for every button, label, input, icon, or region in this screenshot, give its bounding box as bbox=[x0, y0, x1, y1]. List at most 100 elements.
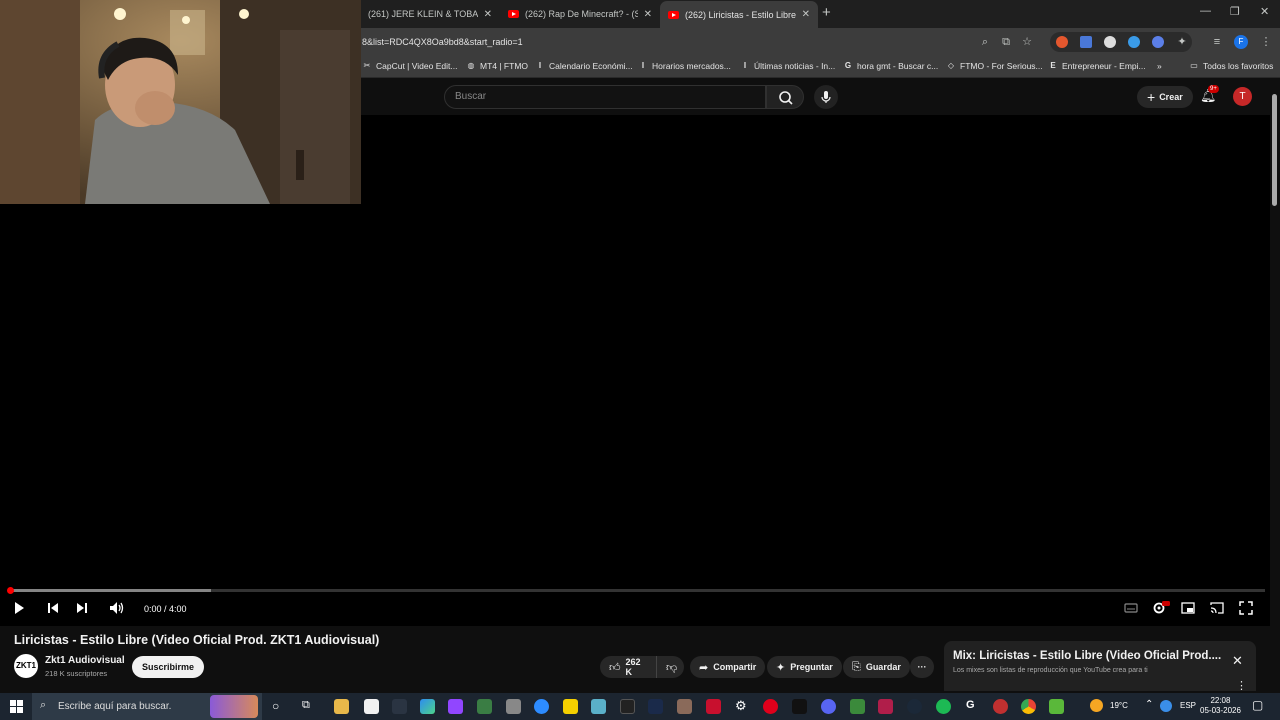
scrollbar-thumb[interactable] bbox=[1272, 94, 1277, 206]
all-bookmarks[interactable]: ▭ Todos los favoritos bbox=[1189, 61, 1273, 71]
bookmark-calendario[interactable]: I Calendario Económi... bbox=[535, 61, 633, 71]
network-icon[interactable] bbox=[1160, 700, 1172, 712]
app-icon[interactable] bbox=[506, 699, 521, 714]
previous-icon[interactable] bbox=[46, 601, 60, 615]
minimize-icon[interactable]: — bbox=[1200, 5, 1211, 17]
restore-icon[interactable]: ❐ bbox=[1230, 5, 1240, 18]
bookmark-horarios[interactable]: I Horarios mercados... bbox=[638, 61, 731, 71]
play-icon[interactable] bbox=[12, 601, 26, 615]
chevron-up-icon[interactable]: ⌃ bbox=[1145, 699, 1153, 710]
cortana-icon[interactable]: ○ bbox=[272, 699, 279, 713]
close-icon[interactable]: ✕ bbox=[802, 9, 810, 20]
bookmark-ftmo[interactable]: ◇ FTMO - For Serious... bbox=[946, 61, 1043, 71]
mix-playlist-panel[interactable]: Mix: Liricistas - Estilo Libre (Video Of… bbox=[944, 641, 1256, 692]
search-input[interactable]: Buscar bbox=[444, 85, 766, 109]
install-icon[interactable]: ⧉ bbox=[999, 35, 1013, 49]
twitch-icon[interactable] bbox=[448, 699, 463, 714]
steam-icon[interactable] bbox=[907, 699, 922, 714]
puzzle-icon[interactable]: ✦ bbox=[1175, 35, 1189, 49]
close-icon[interactable]: ✕ bbox=[484, 9, 492, 20]
settings-icon[interactable] bbox=[1152, 601, 1170, 615]
weather-icon[interactable] bbox=[1090, 699, 1103, 712]
tiktok-icon[interactable] bbox=[792, 699, 807, 714]
new-tab-icon[interactable]: + bbox=[822, 4, 831, 21]
share-button[interactable]: ➦ Compartir bbox=[690, 656, 766, 678]
extension-icon[interactable] bbox=[1152, 36, 1164, 48]
clock[interactable]: 22:08 05-03-2026 bbox=[1200, 696, 1241, 716]
more-bookmarks-icon[interactable]: » bbox=[1157, 61, 1162, 71]
language-indicator[interactable]: ESP bbox=[1180, 701, 1196, 710]
task-view-icon[interactable]: ⧉ bbox=[302, 699, 310, 712]
bookmark-entrepreneur[interactable]: E Entrepreneur - Empi... bbox=[1048, 61, 1145, 71]
tab-rap-minecraft[interactable]: (262) Rap De Minecraft? - (Sub ✕ bbox=[500, 3, 660, 25]
app-icon[interactable] bbox=[706, 699, 721, 714]
more-vertical-icon[interactable]: ⋮ bbox=[1236, 679, 1247, 692]
app-icon[interactable] bbox=[392, 699, 407, 714]
settings-gear-icon[interactable]: ⚙ bbox=[735, 698, 747, 714]
extension-icon[interactable] bbox=[1128, 36, 1140, 48]
minecraft-launcher-icon[interactable] bbox=[1049, 699, 1064, 714]
fullscreen-icon[interactable] bbox=[1239, 601, 1253, 615]
subscribe-button[interactable]: Suscribirme bbox=[132, 656, 205, 678]
app-icon[interactable] bbox=[878, 699, 893, 714]
search-button[interactable] bbox=[766, 85, 804, 109]
star-icon[interactable]: ☆ bbox=[1020, 35, 1034, 49]
channel-avatar[interactable]: ZKT1 bbox=[14, 654, 38, 678]
app-icon[interactable] bbox=[591, 699, 606, 714]
spotify-icon[interactable] bbox=[936, 699, 951, 714]
video-title: Liricistas - Estilo Libre (Video Oficial… bbox=[14, 633, 380, 647]
progress-bar[interactable] bbox=[7, 587, 1265, 594]
save-button[interactable]: ⎘ Guardar bbox=[843, 656, 910, 678]
opera-icon[interactable] bbox=[763, 699, 778, 714]
reading-list-icon[interactable]: ≡ bbox=[1210, 35, 1224, 49]
app-icon[interactable] bbox=[477, 699, 492, 714]
discord-icon[interactable] bbox=[821, 699, 836, 714]
bookmark-label: FTMO - For Serious... bbox=[960, 61, 1043, 71]
create-button[interactable]: + Crear bbox=[1137, 86, 1193, 108]
app-icon[interactable] bbox=[677, 699, 692, 714]
cast-icon[interactable] bbox=[1210, 601, 1224, 615]
tab-jere-klein[interactable]: (261) JERE KLEIN & TOBAL MJ & ✕ bbox=[360, 3, 500, 25]
ask-button[interactable]: ✦ Preguntar bbox=[767, 656, 842, 678]
copilot-icon[interactable] bbox=[420, 699, 435, 714]
capcut-app-icon[interactable] bbox=[620, 699, 635, 714]
zoom-icon[interactable]: ⌕ bbox=[978, 35, 992, 49]
windows-start-icon[interactable] bbox=[10, 700, 23, 713]
notepad-icon[interactable] bbox=[364, 699, 379, 714]
taskbar-search-input[interactable]: ⌕ Escribe aquí para buscar. bbox=[32, 693, 262, 720]
extension-icon[interactable] bbox=[1056, 36, 1068, 48]
like-button[interactable]: 👍︎ 262 K bbox=[600, 656, 656, 678]
sticky-notes-icon[interactable] bbox=[563, 699, 578, 714]
translate-icon[interactable] bbox=[1080, 36, 1092, 48]
minecraft-icon[interactable] bbox=[850, 699, 865, 714]
bookmark-hora-gmt[interactable]: Ghora gmt - Buscar c... bbox=[843, 61, 938, 71]
dislike-button[interactable]: 👎︎ bbox=[656, 656, 684, 678]
close-icon[interactable]: ✕ bbox=[1232, 653, 1243, 669]
menu-icon[interactable]: ⋮ bbox=[1259, 35, 1273, 49]
app-icon[interactable] bbox=[993, 699, 1008, 714]
subtitles-icon[interactable] bbox=[1124, 601, 1138, 615]
more-actions-button[interactable]: ··· bbox=[910, 656, 934, 678]
next-icon[interactable] bbox=[75, 601, 89, 615]
address-bar[interactable]: 8&list=RDC4QX8Oa9bd8&start_radio=1 bbox=[362, 37, 523, 47]
volume-icon[interactable] bbox=[109, 601, 125, 615]
notifications-icon[interactable]: ▢ bbox=[1252, 698, 1263, 712]
channel-name[interactable]: Zkt1 Audiovisual bbox=[45, 655, 125, 666]
bookmark-noticias[interactable]: I Últimas noticias - In... bbox=[740, 61, 835, 71]
miniplayer-icon[interactable] bbox=[1181, 601, 1195, 615]
bookmark-capcut[interactable]: ✂ CapCut | Video Edit... bbox=[362, 61, 458, 71]
app-icon[interactable] bbox=[648, 699, 663, 714]
account-avatar[interactable]: T bbox=[1233, 87, 1252, 106]
bookmark-mt4[interactable]: ◍ MT4 | FTMO bbox=[466, 61, 529, 71]
profile-avatar[interactable]: F bbox=[1234, 35, 1248, 49]
voice-search-button[interactable] bbox=[814, 85, 838, 109]
chrome-icon[interactable] bbox=[1021, 699, 1036, 714]
close-icon[interactable]: ✕ bbox=[644, 9, 652, 20]
file-explorer-icon[interactable] bbox=[334, 699, 349, 714]
close-window-icon[interactable]: ✕ bbox=[1260, 5, 1269, 18]
extension-icon[interactable] bbox=[1104, 36, 1116, 48]
scrubber-handle[interactable] bbox=[7, 587, 14, 594]
app-icon[interactable]: G bbox=[966, 699, 975, 711]
zoom-app-icon[interactable] bbox=[534, 699, 549, 714]
tab-liricistas[interactable]: (262) Liricistas - Estilo Libre (Vid ✕ bbox=[660, 1, 818, 28]
